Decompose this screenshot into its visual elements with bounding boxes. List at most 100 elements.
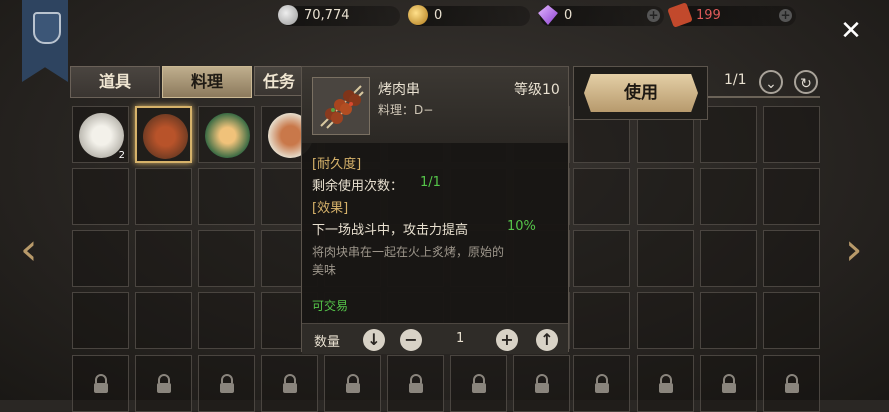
add-ticket-button[interactable]: + <box>779 9 792 22</box>
skewer-item-image <box>312 77 370 135</box>
inventory-slot[interactable] <box>513 355 570 412</box>
item-count: 2 <box>118 150 125 161</box>
lock-icon <box>218 374 236 394</box>
uses-value: 1/1 <box>420 175 441 190</box>
tab-cooking[interactable]: 料理 <box>162 66 252 98</box>
silver-coin-icon <box>278 5 298 25</box>
inventory-slot[interactable] <box>763 292 820 349</box>
quantity-label: 数量 <box>314 335 341 350</box>
lock-icon <box>281 374 299 394</box>
lock-icon <box>593 374 611 394</box>
inventory-slot[interactable]: 2 <box>72 106 129 163</box>
inventory-slot[interactable] <box>198 106 255 163</box>
dropdown-button[interactable]: ⌄ <box>759 70 783 94</box>
inventory-slot[interactable] <box>135 230 192 287</box>
inventory-slot[interactable] <box>763 230 820 287</box>
refresh-icon: ↻ <box>800 76 812 92</box>
lock-icon <box>783 374 801 394</box>
refresh-button[interactable]: ↻ <box>794 70 818 94</box>
effect-text: 下一场战斗中，攻击力提高 <box>312 223 469 238</box>
silver-value: 70,774 <box>304 8 350 23</box>
item-level: 等级10 <box>514 82 560 98</box>
description-line1: 将肉块串在一起在火上炙烤，原始的 <box>312 245 505 259</box>
quantity-plus-button[interactable]: + <box>496 329 518 351</box>
tab-items[interactable]: 道具 <box>70 66 160 98</box>
inventory-slot[interactable] <box>573 230 630 287</box>
inventory-slot[interactable] <box>637 230 694 287</box>
quantity-min-button[interactable]: ↓ <box>363 329 385 351</box>
shield-icon <box>33 12 61 44</box>
durability-header: [耐久度] <box>312 157 362 172</box>
inventory-slot[interactable] <box>700 168 757 225</box>
gold-coin-icon <box>408 5 428 25</box>
next-page-arrow[interactable]: › <box>845 228 869 272</box>
inventory-slot[interactable] <box>261 355 318 412</box>
arrow-down-icon: ↓ <box>367 330 381 349</box>
inventory-slot[interactable] <box>72 168 129 225</box>
chevron-down-icon: ⌄ <box>765 76 777 92</box>
inventory-slot[interactable] <box>637 355 694 412</box>
lock-icon <box>470 374 488 394</box>
inventory-slot[interactable] <box>72 292 129 349</box>
inventory-slot[interactable] <box>700 355 757 412</box>
lock-icon <box>657 374 675 394</box>
skewer-icon <box>143 114 188 159</box>
use-button[interactable]: 使用 <box>584 74 698 112</box>
inventory-slot[interactable] <box>135 168 192 225</box>
inventory-slot[interactable] <box>135 355 192 412</box>
chevron-right-icon: › <box>845 224 863 275</box>
inventory-slot[interactable] <box>450 355 507 412</box>
inventory-slot[interactable] <box>637 292 694 349</box>
minus-icon: − <box>404 330 418 349</box>
quantity-max-button[interactable]: ↑ <box>536 329 558 351</box>
silver-currency: 70,774 <box>278 5 400 26</box>
uses-label: 剩余使用次数： <box>312 179 404 194</box>
lock-icon <box>407 374 425 394</box>
arrow-up-icon: ↑ <box>540 330 554 349</box>
close-icon: ✕ <box>840 16 862 46</box>
inventory-slot[interactable] <box>763 106 820 163</box>
inventory-slot[interactable] <box>573 355 630 412</box>
inventory-slot[interactable] <box>198 355 255 412</box>
item-tooltip: 烤肉串 等级10 料理：D− [耐久度] 剩余使用次数： 1/1 [效果] 下一… <box>301 66 569 354</box>
prev-page-arrow[interactable]: ‹ <box>20 228 44 272</box>
inventory-slot[interactable] <box>700 230 757 287</box>
lock-icon <box>155 374 173 394</box>
inventory-slot[interactable] <box>573 168 630 225</box>
inventory-slot[interactable] <box>324 355 381 412</box>
quantity-minus-button[interactable]: − <box>400 329 422 351</box>
inventory-slot[interactable] <box>198 168 255 225</box>
inventory-slot[interactable] <box>573 292 630 349</box>
effect-header: [效果] <box>312 201 349 216</box>
diamond-currency: 0 + <box>538 5 664 26</box>
rice-ball-icon <box>79 113 124 158</box>
add-diamond-button[interactable]: + <box>647 9 660 22</box>
inventory-slot[interactable] <box>135 106 192 163</box>
page-indicator: 1/1 <box>724 72 747 88</box>
lock-icon <box>92 374 110 394</box>
inventory-slot[interactable] <box>700 292 757 349</box>
lock-icon <box>533 374 551 394</box>
inventory-slot[interactable] <box>198 292 255 349</box>
item-name: 烤肉串 <box>378 82 420 98</box>
plus-icon: + <box>500 330 514 349</box>
inventory-slot[interactable] <box>763 355 820 412</box>
tab-bar: 道具 料理 任务 <box>70 66 310 98</box>
chevron-left-icon: ‹ <box>20 224 38 275</box>
inventory-slot[interactable] <box>198 230 255 287</box>
inventory-slot[interactable] <box>135 292 192 349</box>
inventory-slot[interactable] <box>72 355 129 412</box>
description-line2: 美味 <box>312 263 337 277</box>
inventory-slot[interactable] <box>637 168 694 225</box>
inventory-slot[interactable] <box>387 355 444 412</box>
inventory-slot[interactable] <box>700 106 757 163</box>
gold-currency: 0 <box>408 5 530 26</box>
close-button[interactable]: ✕ <box>838 18 864 44</box>
diamond-value: 0 <box>564 8 573 23</box>
quantity-bar: 数量 ↓ − 1 + ↑ <box>302 323 568 354</box>
gold-value: 0 <box>434 8 443 23</box>
inventory-slot[interactable] <box>763 168 820 225</box>
item-type: 料理：D− <box>378 103 434 117</box>
inventory-slot[interactable] <box>72 230 129 287</box>
lock-icon <box>720 374 738 394</box>
